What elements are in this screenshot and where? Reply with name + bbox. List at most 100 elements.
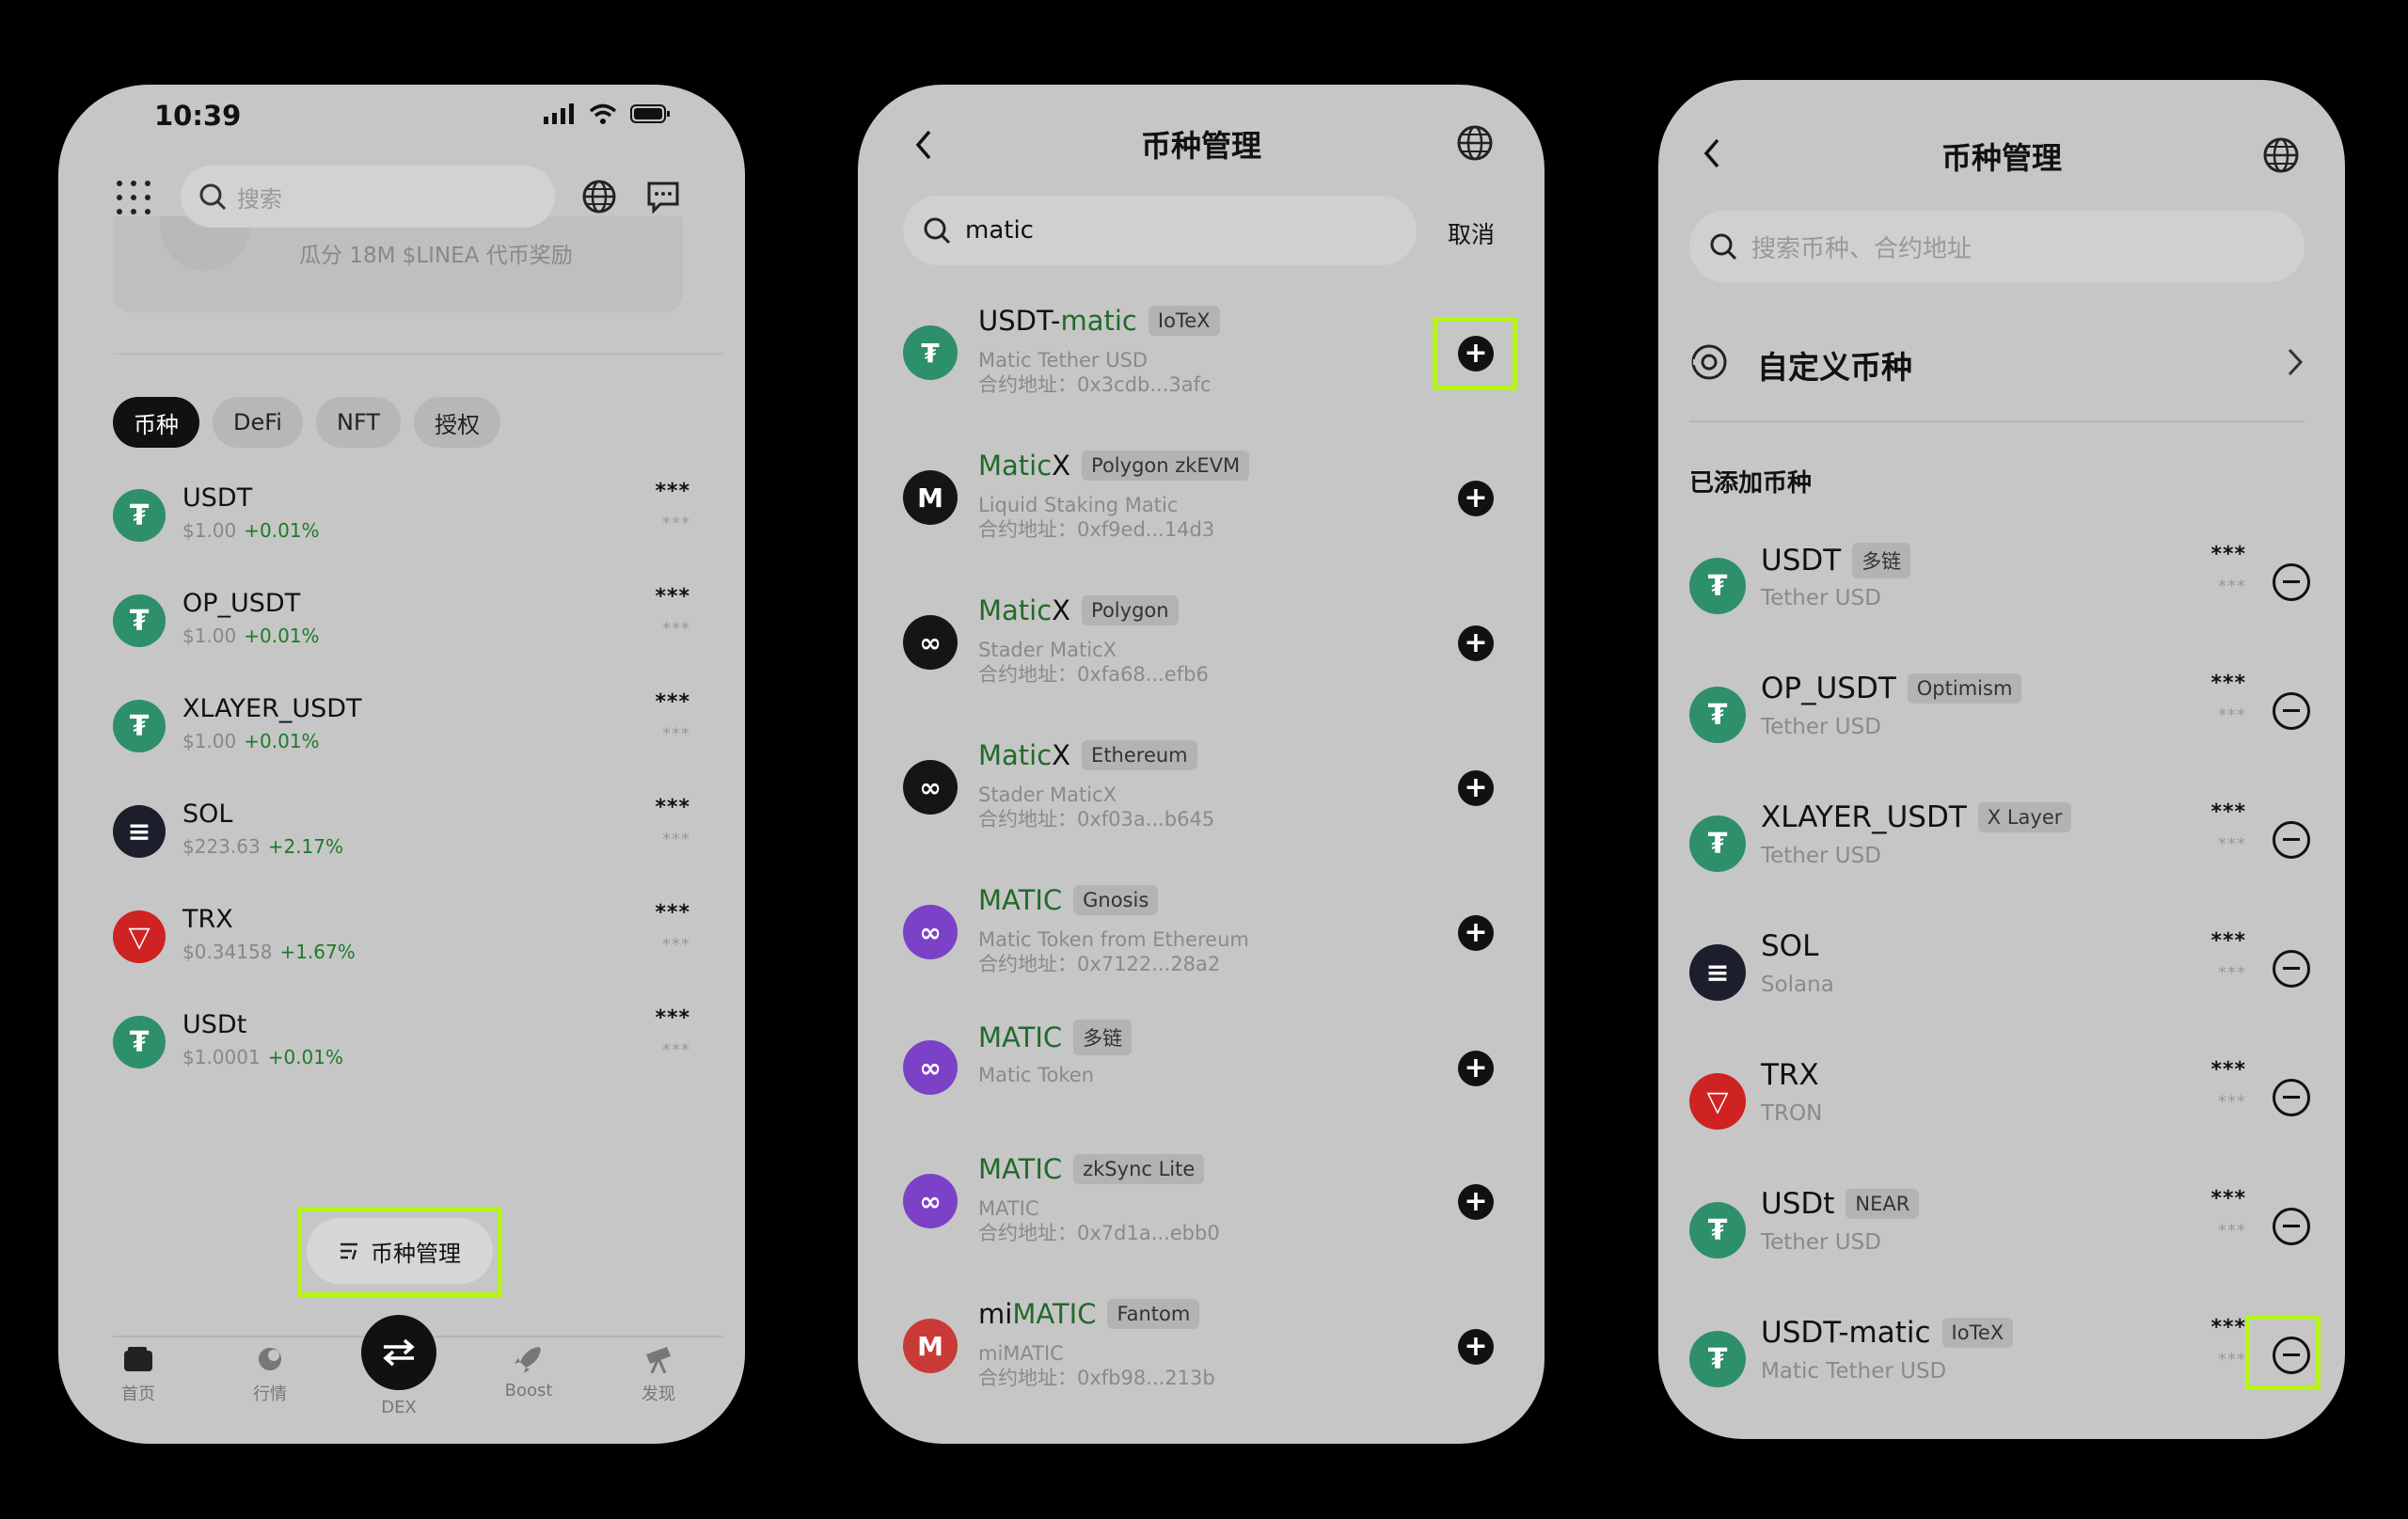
asset-balance: *** bbox=[655, 690, 690, 714]
tab-tokens[interactable]: 币种 bbox=[113, 397, 199, 448]
asset-row[interactable]: ₮ USDt $1.0001 +0.01% *** *** bbox=[113, 1006, 690, 1082]
search-input[interactable]: matic bbox=[903, 196, 1417, 265]
asset-row[interactable]: ≡ SOL $223.63 +2.17% *** *** bbox=[113, 796, 690, 871]
add-token-button[interactable]: + bbox=[1458, 915, 1494, 951]
added-token-row: ₮ OP_USDT Optimism Tether USD *** *** bbox=[1689, 664, 2320, 758]
search-result-item[interactable]: ∞ MATIC Gnosis Matic Token from Ethereum 合… bbox=[903, 878, 1505, 991]
usdt-icon: ₮ bbox=[113, 489, 166, 542]
usdt-icon: ₮ bbox=[1689, 558, 1746, 614]
remove-token-button[interactable] bbox=[2273, 1079, 2310, 1116]
token-description: Matic Tether USD bbox=[1761, 1359, 1947, 1384]
search-input[interactable]: 搜索 bbox=[181, 166, 555, 228]
telescope-icon bbox=[646, 1347, 671, 1373]
dex-swap-button[interactable] bbox=[361, 1315, 436, 1390]
apps-grid-icon[interactable] bbox=[117, 181, 150, 214]
highlight-box bbox=[1433, 317, 1517, 390]
add-token-button[interactable]: + bbox=[1458, 1329, 1494, 1365]
token-name: USDt NEAR bbox=[1761, 1187, 1920, 1221]
signal-icon bbox=[544, 103, 574, 124]
token-description: Stader MaticX 合约地址：0xf03a...b645 bbox=[978, 783, 1215, 831]
search-input[interactable]: 搜索币种、合约地址 bbox=[1689, 211, 2305, 282]
add-token-button[interactable]: + bbox=[1458, 1051, 1494, 1086]
tab-defi[interactable]: DeFi bbox=[213, 397, 303, 448]
nav-boost-label: Boost bbox=[504, 1381, 553, 1400]
matic-icon: ∞ bbox=[903, 905, 958, 959]
token-description: miMATIC 合约地址：0xfb98...213b bbox=[978, 1342, 1215, 1389]
globe-icon[interactable] bbox=[2262, 136, 2300, 174]
asset-row[interactable]: ₮ XLAYER_USDT $1.00 +0.01% *** *** bbox=[113, 690, 690, 766]
add-token-button[interactable]: + bbox=[1458, 770, 1494, 806]
remove-token-button[interactable] bbox=[2273, 563, 2310, 601]
asset-value: *** bbox=[662, 1040, 690, 1060]
asset-name: XLAYER_USDT bbox=[182, 694, 362, 723]
asset-price: $0.34158 +1.67% bbox=[182, 941, 356, 963]
token-name: MATIC zkSync Lite bbox=[978, 1153, 1205, 1185]
nav-boost[interactable]: Boost bbox=[482, 1345, 576, 1400]
token-description: Tether USD bbox=[1761, 1230, 1881, 1255]
token-name: MaticX Polygon bbox=[978, 594, 1179, 626]
phone-screen-manage: 币种管理 搜索币种、合约地址 自定义币种 已添加币种 ₮ USDT 多链 Teth… bbox=[1658, 80, 2345, 1439]
asset-value: *** bbox=[662, 724, 690, 744]
add-token-button[interactable]: + bbox=[1458, 481, 1494, 516]
search-result-item[interactable]: ₮ USDT-matic IoTeX Matic Tether USD 合约地址：0… bbox=[903, 299, 1505, 412]
search-placeholder: 搜索币种、合约地址 bbox=[1751, 234, 1972, 263]
token-value: *** bbox=[2218, 705, 2246, 725]
usdt-icon: ₮ bbox=[1689, 1331, 1746, 1387]
custom-token-icon bbox=[1691, 344, 1727, 380]
asset-price: $1.00 +0.01% bbox=[182, 730, 320, 752]
token-description: Tether USD bbox=[1761, 844, 1881, 868]
usdt-icon: ₮ bbox=[1689, 687, 1746, 743]
chain-badge: Fantom bbox=[1107, 1299, 1200, 1329]
market-icon bbox=[259, 1348, 281, 1370]
add-token-button[interactable]: + bbox=[1458, 1184, 1494, 1220]
cancel-button[interactable]: 取消 bbox=[1448, 216, 1495, 250]
token-value: *** bbox=[2218, 1092, 2246, 1112]
asset-name: TRX bbox=[182, 905, 233, 934]
search-icon bbox=[1710, 233, 1737, 261]
chain-badge: IoTeX bbox=[1148, 306, 1220, 336]
search-result-item[interactable]: ∞ MATIC 多链 Matic Token bbox=[903, 1014, 1505, 1127]
wallet-icon bbox=[124, 1347, 152, 1371]
token-name: miMATIC Fantom bbox=[978, 1298, 1200, 1330]
status-time: 10:39 bbox=[154, 100, 242, 132]
chevron-right-icon bbox=[2288, 348, 2304, 376]
asset-price: $1.00 +0.01% bbox=[182, 519, 320, 542]
asset-row[interactable]: ₮ USDT $1.00 +0.01% *** *** bbox=[113, 480, 690, 555]
remove-token-button[interactable] bbox=[2273, 692, 2310, 730]
asset-name: USDt bbox=[182, 1010, 247, 1039]
tab-approvals[interactable]: 授权 bbox=[413, 397, 500, 448]
globe-icon[interactable] bbox=[581, 179, 617, 214]
search-result-item[interactable]: ∞ MaticX Ethereum Stader MaticX 合约地址：0xf03… bbox=[903, 734, 1505, 847]
token-balance: *** bbox=[2210, 929, 2246, 953]
token-manage-button[interactable]: 币种管理 bbox=[307, 1218, 493, 1284]
remove-token-button[interactable] bbox=[2273, 1208, 2310, 1245]
nav-market[interactable]: 行情 bbox=[223, 1345, 317, 1405]
asset-row[interactable]: ₮ OP_USDT $1.00 +0.01% *** *** bbox=[113, 585, 690, 660]
chain-badge: Gnosis bbox=[1073, 885, 1159, 915]
token-description: Liquid Staking Matic 合约地址：0xf9ed...14d3 bbox=[978, 494, 1215, 541]
remove-token-button[interactable] bbox=[2273, 821, 2310, 859]
tab-nft[interactable]: NFT bbox=[315, 397, 401, 448]
token-balance: *** bbox=[2210, 672, 2246, 695]
divider bbox=[1689, 420, 2305, 422]
asset-balance: *** bbox=[655, 585, 690, 609]
search-result-item[interactable]: ∞ MATIC zkSync Lite MATIC 合约地址：0x7d1a...eb… bbox=[903, 1147, 1505, 1260]
nav-discover[interactable]: 发现 bbox=[611, 1345, 705, 1405]
search-result-item[interactable]: ∞ MaticX Polygon Stader MaticX 合约地址：0xfa68… bbox=[903, 589, 1505, 702]
nav-home[interactable]: 首页 bbox=[91, 1345, 185, 1405]
asset-row[interactable]: ▽ TRX $0.34158 +1.67% *** *** bbox=[113, 901, 690, 976]
search-result-item[interactable]: M MaticX Polygon zkEVM Liquid Staking Mat… bbox=[903, 444, 1505, 557]
globe-icon[interactable] bbox=[1456, 124, 1494, 162]
search-result-item[interactable]: M miMATIC Fantom miMATIC 合约地址：0xfb98...213… bbox=[903, 1292, 1505, 1405]
custom-token-row[interactable]: 自定义币种 bbox=[1689, 335, 2305, 391]
usdt-icon: ₮ bbox=[113, 594, 166, 647]
nav-discover-label: 发现 bbox=[642, 1385, 675, 1404]
sol-icon: ≡ bbox=[1689, 944, 1746, 1001]
token-name: MaticX Polygon zkEVM bbox=[978, 450, 1250, 482]
token-name: TRX bbox=[1761, 1058, 1819, 1092]
message-icon[interactable] bbox=[645, 179, 681, 214]
token-name: MaticX Ethereum bbox=[978, 739, 1197, 771]
add-token-button[interactable]: + bbox=[1458, 625, 1494, 661]
remove-token-button[interactable] bbox=[2273, 950, 2310, 988]
added-token-row: ≡ SOL Solana *** *** bbox=[1689, 922, 2320, 1016]
